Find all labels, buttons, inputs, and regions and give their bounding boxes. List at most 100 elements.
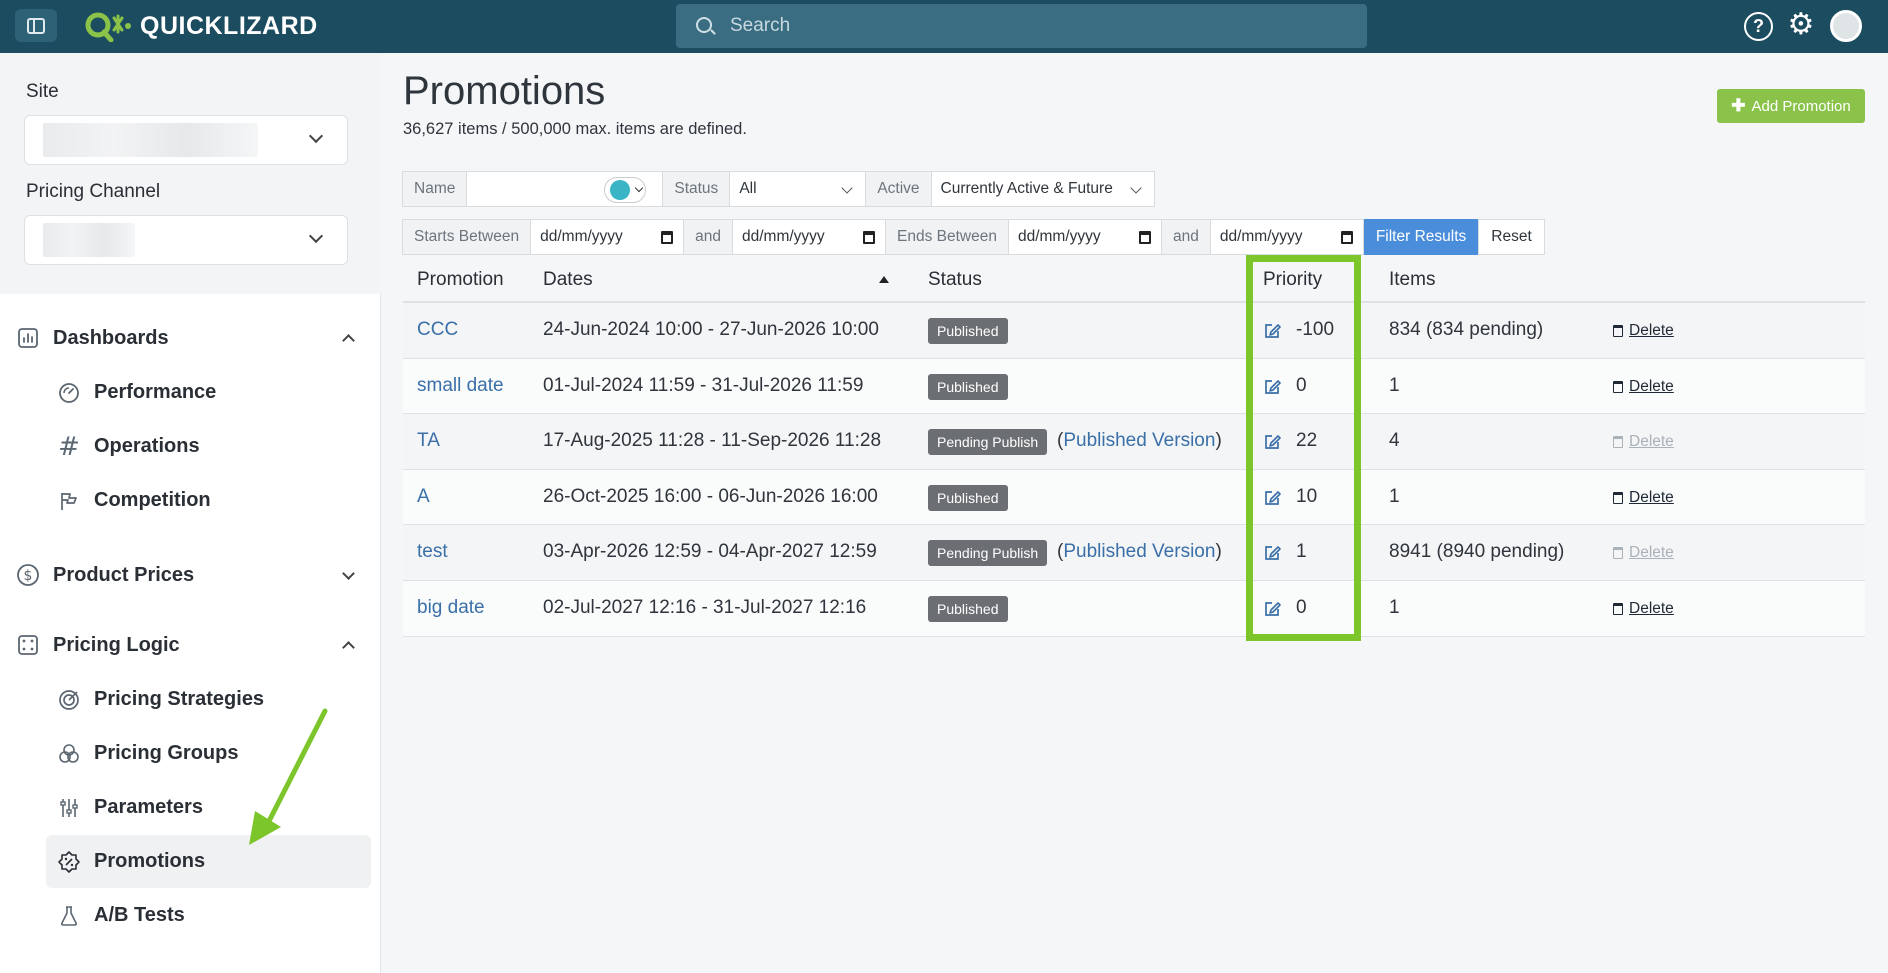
delete-label: Delete (1629, 544, 1674, 562)
reset-button[interactable]: Reset (1478, 219, 1545, 255)
promotion-name-link[interactable]: A (417, 486, 430, 508)
chevron-down-icon (342, 566, 355, 580)
table-row: A 26-Oct-2025 16:00 - 06-Jun-2026 16:00 Pu… (403, 469, 1865, 526)
site-select[interactable] (24, 115, 348, 165)
delete-button[interactable]: Delete (1613, 378, 1674, 396)
priority-column-highlight (1246, 255, 1361, 641)
add-promotion-button[interactable]: ✚ Add Promotion (1717, 89, 1865, 123)
date-placeholder: dd/mm/yyyy (540, 228, 623, 245)
add-promotion-label: Add Promotion (1751, 97, 1851, 115)
top-bar: QUICKLIZARD ? ⚙ (0, 0, 1888, 53)
table-body: CCC 24-Jun-2024 10:00 - 27-Jun-2026 10:00… (403, 303, 1865, 637)
promotion-name-link[interactable]: big date (417, 597, 485, 619)
starts-from-date-input[interactable]: dd/mm/yyyy (530, 219, 685, 255)
items-count: 4 (1389, 430, 1400, 452)
search-input[interactable] (730, 4, 1350, 48)
ends-from-date-input[interactable]: dd/mm/yyyy (1007, 219, 1162, 255)
status-badge: Pending Publish (928, 540, 1048, 567)
pricing-channel-select[interactable] (24, 215, 348, 265)
delete-button[interactable]: Delete (1613, 600, 1674, 618)
calendar-icon[interactable] (661, 231, 674, 244)
trash-icon (1613, 325, 1623, 337)
sidebar-item-label: Operations (94, 435, 200, 457)
table-row: small date 01-Jul-2024 11:59 - 31-Jul-202… (403, 358, 1865, 415)
delete-button[interactable]: Delete (1613, 489, 1674, 507)
sidebar-selectors: Site Pricing Channel (0, 53, 381, 294)
sidebar-item-label: Pricing Strategies (94, 688, 265, 710)
nav-section-dashboards[interactable]: Dashboards (0, 316, 381, 360)
nav-section-label: Dashboards (53, 326, 169, 349)
promotion-dates: 24-Jun-2024 10:00 - 27-Jun-2026 10:00 (543, 319, 879, 340)
ends-to-date-input[interactable]: dd/mm/yyyy (1209, 219, 1364, 255)
sidebar-item-ab-tests[interactable]: A/B Tests (46, 889, 371, 942)
promotion-dates: 01-Jul-2024 11:59 - 31-Jul-2026 11:59 (543, 374, 864, 396)
gear-icon[interactable]: ⚙ (1786, 10, 1816, 40)
starts-to-date-input[interactable]: dd/mm/yyyy (731, 219, 886, 255)
nav-section-product-prices[interactable]: $ Product Prices (0, 553, 381, 597)
delete-label: Delete (1629, 322, 1674, 339)
trash-icon (1613, 380, 1623, 393)
published-version-text: (Published Version) (1057, 541, 1222, 563)
and-label: and (683, 219, 733, 255)
promotion-name-link[interactable]: test (417, 541, 448, 563)
brand-name: QUICKLIZARD (140, 11, 318, 40)
status-badge: Published (928, 484, 1008, 511)
avatar[interactable] (1830, 10, 1862, 42)
bar-chart-icon (16, 326, 40, 350)
delete-button[interactable]: Delete (1613, 322, 1674, 340)
promotion-name-link[interactable]: small date (417, 375, 504, 397)
sidebar-item-label: Promotions (94, 850, 206, 872)
sidebar-item-competition[interactable]: Competition (46, 474, 371, 527)
sidebar-item-label: Performance (94, 381, 217, 403)
sidebar-item-operations[interactable]: # Operations (46, 420, 371, 473)
active-filter-value: Currently Active & Future (940, 180, 1113, 197)
chevron-down-icon (308, 228, 324, 244)
filter-results-button[interactable]: Filter Results (1362, 219, 1480, 255)
trash-icon (1613, 491, 1623, 504)
calendar-icon[interactable] (862, 231, 875, 244)
promotion-name-link[interactable]: CCC (417, 319, 458, 341)
items-count: 1 (1389, 374, 1400, 396)
circles-icon (57, 742, 81, 766)
column-header-items[interactable]: Items (1389, 269, 1435, 291)
pricing-channel-label: Pricing Channel (26, 181, 161, 202)
table-row: CCC 24-Jun-2024 10:00 - 27-Jun-2026 10:00… (403, 303, 1865, 359)
promotion-name-link[interactable]: TA (417, 430, 440, 452)
svg-text:$: $ (24, 568, 33, 584)
site-label: Site (26, 81, 59, 102)
items-count: 834 (834 pending) (1389, 319, 1544, 340)
calendar-icon[interactable] (1340, 231, 1353, 244)
sidebar-item-label: Parameters (94, 796, 203, 818)
sort-ascending-icon[interactable] (879, 276, 889, 283)
sliders-icon (57, 796, 81, 820)
published-version-link[interactable]: Published Version (1063, 541, 1215, 562)
search-bar[interactable] (676, 4, 1367, 48)
sidebar-item-performance[interactable]: Performance (46, 366, 371, 419)
status-badge: Pending Publish (928, 429, 1048, 456)
nav-section-label: Pricing Logic (53, 633, 180, 656)
filter-row-1: Name Status All Active Currently Active … (402, 171, 1155, 207)
promotion-dates: 26-Oct-2025 16:00 - 06-Jun-2026 16:00 (543, 485, 878, 507)
sidebar-toggle-button[interactable] (15, 9, 57, 42)
password-manager-icon[interactable] (604, 177, 647, 203)
status-filter-select[interactable]: All (729, 171, 867, 207)
date-placeholder: dd/mm/yyyy (1017, 228, 1101, 245)
dollar-circle-icon: $ (16, 563, 40, 587)
column-header-dates[interactable]: Dates (543, 269, 593, 291)
nav-section-pricing-logic[interactable]: Pricing Logic (0, 623, 381, 667)
column-header-promotion[interactable]: Promotion (417, 269, 504, 291)
nav-section-label: Product Prices (53, 563, 195, 586)
plus-icon: ✚ (1731, 96, 1746, 115)
name-filter-label: Name (402, 171, 468, 207)
published-version-link[interactable]: Published Version (1063, 430, 1215, 451)
column-header-status[interactable]: Status (928, 269, 982, 291)
published-version-text: (Published Version) (1057, 430, 1222, 452)
name-filter-input[interactable] (466, 171, 664, 207)
sidebar-item-label: A/B Tests (94, 904, 185, 926)
calendar-icon[interactable] (1138, 231, 1151, 244)
active-filter-select[interactable]: Currently Active & Future (930, 171, 1155, 207)
table-row: TA 17-Aug-2025 11:28 - 11-Sep-2026 11:28 P… (403, 414, 1865, 470)
flag-icon (57, 489, 81, 513)
logo[interactable]: QUICKLIZARD (84, 10, 318, 42)
help-icon[interactable]: ? (1744, 12, 1773, 41)
